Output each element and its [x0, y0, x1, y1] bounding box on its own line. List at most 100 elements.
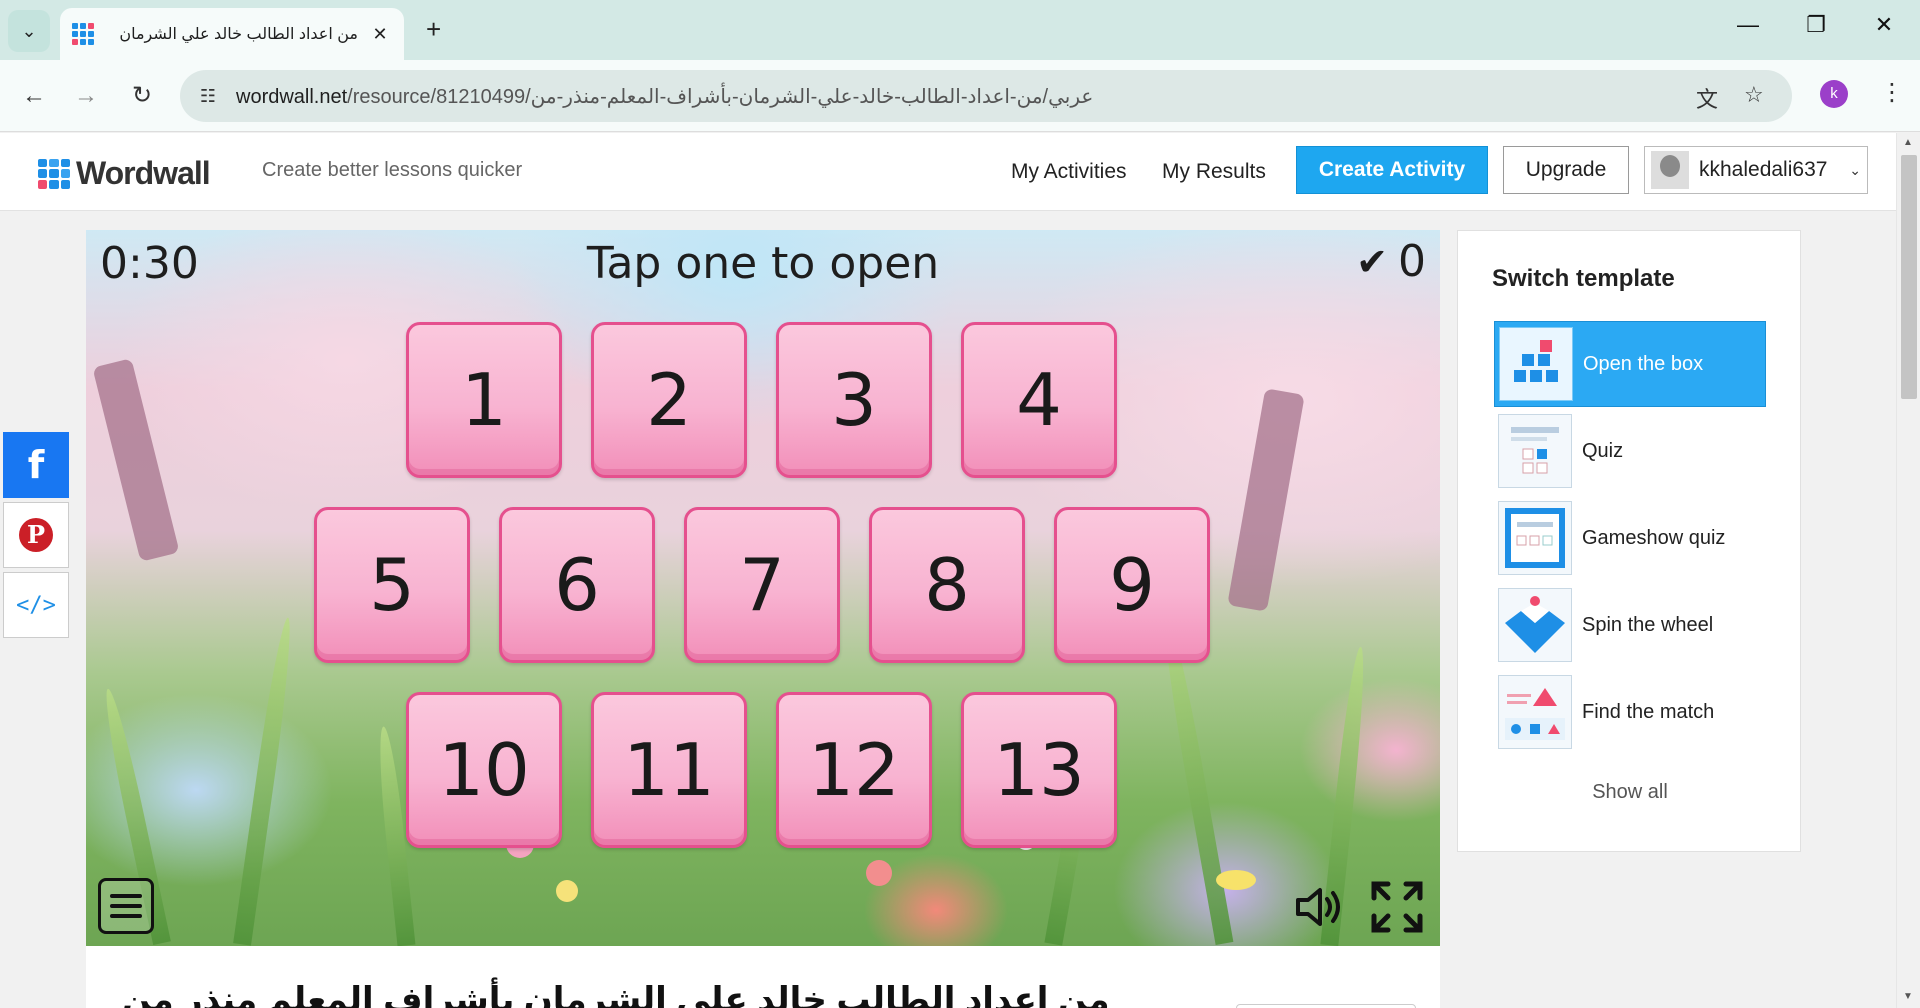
box-number: 6	[554, 543, 600, 627]
game-menu-button[interactable]	[98, 878, 154, 934]
box-4[interactable]: 4	[961, 322, 1117, 478]
template-label: Spin the wheel	[1582, 613, 1714, 636]
reload-icon[interactable]: ↻	[124, 78, 160, 114]
box-3[interactable]: 3	[776, 322, 932, 478]
box-5[interactable]: 5	[314, 507, 470, 663]
box-number: 3	[831, 358, 877, 442]
site-header: Wordwall Create better lessons quicker M…	[0, 133, 1896, 211]
box-number: 2	[646, 358, 692, 442]
spin-the-wheel-icon	[1498, 588, 1572, 662]
template-label: Gameshow quiz	[1582, 526, 1726, 549]
score-display: ✔ 0	[1356, 236, 1426, 287]
box-8[interactable]: 8	[869, 507, 1025, 663]
tree-trunk	[1227, 388, 1305, 612]
avatar	[1651, 151, 1689, 189]
scroll-down-arrow-icon[interactable]: ▼	[1903, 991, 1913, 1002]
box-12[interactable]: 12	[776, 692, 932, 848]
wordwall-logo[interactable]: Wordwall	[38, 155, 211, 192]
template-spin-the-wheel[interactable]: Spin the wheel	[1494, 582, 1766, 668]
restore-button[interactable]: ❐	[1796, 12, 1836, 38]
activity-info: من اعداد الطالب خالد علي الشرمان بأشراف …	[86, 946, 1440, 1008]
tagline: Create better lessons quicker	[262, 159, 523, 181]
flower	[1216, 870, 1256, 890]
wordwall-logo-icon	[38, 158, 70, 189]
browser-tab-strip: ⌄ من اعداد الطالب خالد علي الشرمان ✕ + —…	[0, 0, 1920, 60]
site-info-icon[interactable]: ☷	[194, 82, 222, 110]
create-activity-button[interactable]: Create Activity	[1296, 146, 1488, 194]
template-quiz[interactable]: Quiz	[1494, 408, 1766, 494]
box-7[interactable]: 7	[684, 507, 840, 663]
template-gameshow-quiz[interactable]: Gameshow quiz	[1494, 495, 1766, 581]
minimize-button[interactable]: —	[1728, 12, 1768, 38]
pinterest-share-button[interactable]: P	[3, 502, 69, 568]
show-all-link[interactable]: Show all	[1458, 781, 1802, 804]
box-number: 10	[438, 728, 530, 812]
page-scrollbar[interactable]: ▲ ▼	[1896, 133, 1920, 1008]
box-number: 12	[808, 728, 900, 812]
quiz-icon	[1498, 414, 1572, 488]
new-tab-button[interactable]: +	[426, 14, 441, 45]
box-number: 11	[623, 728, 715, 812]
gameshow-quiz-icon	[1498, 501, 1572, 575]
tab-search-chevron-icon[interactable]: ⌄	[8, 10, 50, 52]
forward-arrow-icon[interactable]: →	[68, 78, 104, 114]
wordwall-favicon-icon	[72, 23, 94, 45]
box-9[interactable]: 9	[1054, 507, 1210, 663]
open-the-box-icon	[1499, 327, 1573, 401]
translate-icon[interactable]: 文	[1696, 82, 1718, 114]
box-11[interactable]: 11	[591, 692, 747, 848]
url-text[interactable]: wordwall.net/resource/81210499/عربي/من-ا…	[236, 84, 1093, 109]
browser-profile-avatar[interactable]: k	[1820, 80, 1848, 108]
tree-trunk	[92, 358, 180, 562]
box-1[interactable]: 1	[406, 322, 562, 478]
fullscreen-icon[interactable]	[1370, 880, 1424, 934]
box-number: 13	[993, 728, 1085, 812]
nav-my-activities[interactable]: My Activities	[1011, 160, 1127, 184]
upgrade-button[interactable]: Upgrade	[1503, 146, 1629, 194]
bookmark-star-icon[interactable]: ☆	[1744, 82, 1764, 108]
browser-menu-icon[interactable]: ⋮	[1880, 78, 1904, 107]
flower	[556, 880, 578, 902]
template-find-the-match[interactable]: Find the match	[1494, 669, 1766, 755]
box-number: 7	[739, 543, 785, 627]
logo-text: Wordwall	[76, 155, 211, 191]
activity-action-button[interactable]	[1236, 1004, 1416, 1008]
box-number: 8	[924, 543, 970, 627]
switch-template-heading: Switch template	[1492, 265, 1675, 292]
box-number: 4	[1016, 358, 1062, 442]
box-6[interactable]: 6	[499, 507, 655, 663]
chevron-down-icon: ⌄	[1849, 161, 1861, 178]
activity-title: من اعداد الطالب خالد علي الشرمان بأشراف …	[122, 981, 1110, 1008]
username: kkhaledali637	[1699, 158, 1828, 181]
sound-icon[interactable]	[1292, 880, 1346, 934]
facebook-share-button[interactable]: f	[3, 432, 69, 498]
tab-title: من اعداد الطالب خالد علي الشرمان	[119, 26, 358, 43]
embed-button[interactable]: </>	[3, 572, 69, 638]
facebook-icon: f	[27, 443, 45, 487]
template-label: Open the box	[1583, 352, 1704, 375]
window-close-button[interactable]: ✕	[1864, 12, 1904, 38]
address-bar[interactable]: ☷ wordwall.net/resource/81210499/عربي/من…	[180, 70, 1792, 122]
template-label: Quiz	[1582, 439, 1624, 462]
scroll-up-arrow-icon[interactable]: ▲	[1903, 137, 1913, 148]
scrollbar-thumb[interactable]	[1901, 155, 1917, 399]
browser-tab[interactable]: من اعداد الطالب خالد علي الشرمان ✕	[60, 8, 404, 60]
find-the-match-icon	[1498, 675, 1572, 749]
back-arrow-icon[interactable]: ←	[16, 78, 52, 114]
flower	[866, 860, 892, 886]
switch-template-panel: Switch template Open the box Quiz Gamesh…	[1457, 230, 1801, 852]
box-10[interactable]: 10	[406, 692, 562, 848]
tab-close-icon[interactable]: ✕	[368, 24, 392, 45]
browser-toolbar: ← → ↻ ☷ wordwall.net/resource/81210499/ع…	[0, 60, 1920, 132]
score-value: 0	[1398, 236, 1426, 287]
user-menu[interactable]: kkhaledali637 ⌄	[1644, 146, 1868, 194]
url-path: /resource/81210499/عربي/من-اعداد-الطالب-…	[347, 86, 1094, 108]
box-13[interactable]: 13	[961, 692, 1117, 848]
nav-my-results[interactable]: My Results	[1162, 160, 1266, 184]
box-2[interactable]: 2	[591, 322, 747, 478]
template-open-the-box[interactable]: Open the box	[1494, 321, 1766, 407]
game-canvas[interactable]: 0:30 Tap one to open ✔ 0 1 2 3 4 5 6 7 8…	[86, 230, 1440, 946]
box-number: 9	[1109, 543, 1155, 627]
template-label: Find the match	[1582, 700, 1715, 723]
url-domain: wordwall.net	[236, 86, 348, 108]
